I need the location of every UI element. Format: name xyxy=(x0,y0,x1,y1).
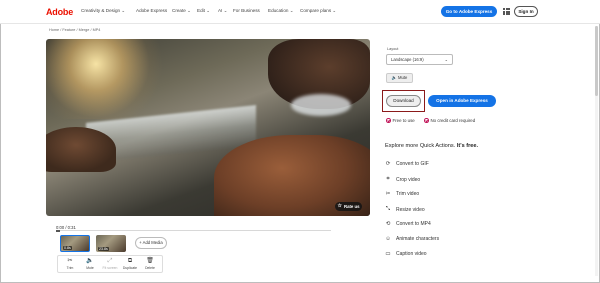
page-scrollbar-thumb[interactable] xyxy=(595,26,598,96)
chevron-down-icon: ⌄ xyxy=(444,57,448,62)
trash-icon: 🗑 xyxy=(146,258,154,264)
timeline-clip-2[interactable]: 23.8s xyxy=(96,235,126,252)
caption-icon: ▭ xyxy=(385,251,391,257)
clip-toolbar: ✂ Trim 🔈 Mute ⤢ Fit screen ⧉ Duplicate 🗑… xyxy=(57,255,163,273)
quick-action-crop-video[interactable]: ⌗ Crop video xyxy=(385,176,420,183)
rate-us-button[interactable]: ☆ Rate us xyxy=(335,202,362,211)
character-icon: ☺ xyxy=(385,236,391,242)
quick-action-trim-video[interactable]: ✂ Trim video xyxy=(385,191,419,197)
star-icon: ☆ xyxy=(337,203,342,209)
crop-icon: ⌗ xyxy=(386,176,390,182)
speaker-icon: 🔈 xyxy=(391,75,397,80)
quick-action-convert-mp4[interactable]: ⟲ Convert to MP4 xyxy=(385,221,431,227)
quick-action-resize-video[interactable]: ⤡ Resize video xyxy=(385,206,425,213)
scrubber-track[interactable] xyxy=(56,230,331,231)
layout-select[interactable]: Landscape (16:9) ⌄ xyxy=(386,54,453,65)
scrubber-handle[interactable] xyxy=(56,229,60,232)
check-circle-icon xyxy=(424,118,429,123)
trim-icon: ✂ xyxy=(67,258,73,264)
nav-compare-plans[interactable]: Compare plans ⌄ xyxy=(300,8,336,14)
breadcrumb-merge[interactable]: Merge xyxy=(79,28,90,32)
check-circle-icon xyxy=(386,118,391,123)
gif-icon: ⟳ xyxy=(385,161,391,167)
top-nav: Adobe Creativity & Design ⌄ Adobe Expres… xyxy=(0,0,600,24)
nav-creativity-design[interactable]: Creativity & Design ⌄ xyxy=(81,8,125,14)
breadcrumb: Home / Feature / Merge / MP4 xyxy=(49,28,101,32)
mute-button[interactable]: 🔈 Mute xyxy=(386,73,413,83)
app-switcher-icon[interactable] xyxy=(503,8,510,15)
nav-create[interactable]: Create ⌄ xyxy=(172,8,191,14)
breadcrumb-home[interactable]: Home xyxy=(49,28,59,32)
timeline-clip-1[interactable]: 0.8s xyxy=(60,235,90,252)
add-media-button[interactable]: + Add Media xyxy=(135,237,167,249)
adobe-logo[interactable]: Adobe xyxy=(46,7,73,17)
fit-screen-icon: ⤢ xyxy=(107,258,113,264)
trim-icon: ✂ xyxy=(385,191,391,197)
nav-education[interactable]: Education ⌄ xyxy=(268,8,294,14)
speaker-icon: 🔈 xyxy=(86,258,94,264)
convert-icon: ⟲ xyxy=(385,221,391,227)
nav-adobe-express[interactable]: Adobe Express xyxy=(136,8,167,13)
video-preview[interactable]: ☆ Rate us xyxy=(46,39,370,216)
nav-for-business[interactable]: For Business xyxy=(233,8,260,13)
quick-action-convert-gif[interactable]: ⟳ Convert to GIF xyxy=(385,161,429,167)
breadcrumb-feature[interactable]: Feature xyxy=(62,28,75,32)
nav-edit[interactable]: Edit ⌄ xyxy=(197,8,210,14)
delete-tool-button[interactable]: 🗑 Delete xyxy=(141,258,160,270)
quick-action-caption-video[interactable]: ▭ Caption video xyxy=(385,251,426,257)
fit-screen-tool-button[interactable]: ⤢ Fit screen xyxy=(101,258,120,270)
go-to-express-button[interactable]: Go to Adobe Express xyxy=(441,6,497,17)
feature-no-credit-card: No credit card required xyxy=(424,118,475,123)
feature-free: Free to use xyxy=(386,118,415,123)
download-button[interactable]: Download xyxy=(386,95,421,107)
nav-ai[interactable]: AI ⌄ xyxy=(218,8,227,14)
explore-heading: Explore more Quick Actions. It's free. xyxy=(385,143,479,149)
duplicate-tool-button[interactable]: ⧉ Duplicate xyxy=(121,258,140,270)
trim-tool-button[interactable]: ✂ Trim xyxy=(61,258,80,270)
resize-icon: ⤡ xyxy=(385,206,391,212)
mute-tool-button[interactable]: 🔈 Mute xyxy=(81,258,100,270)
duplicate-icon: ⧉ xyxy=(127,258,133,264)
breadcrumb-mp4: MP4 xyxy=(92,28,101,32)
layout-label: Layout xyxy=(387,47,399,51)
quick-action-animate-characters[interactable]: ☺ Animate characters xyxy=(385,236,439,242)
sign-in-button[interactable]: Sign In xyxy=(514,6,538,17)
open-in-express-button[interactable]: Open in Adobe Express xyxy=(428,95,496,107)
